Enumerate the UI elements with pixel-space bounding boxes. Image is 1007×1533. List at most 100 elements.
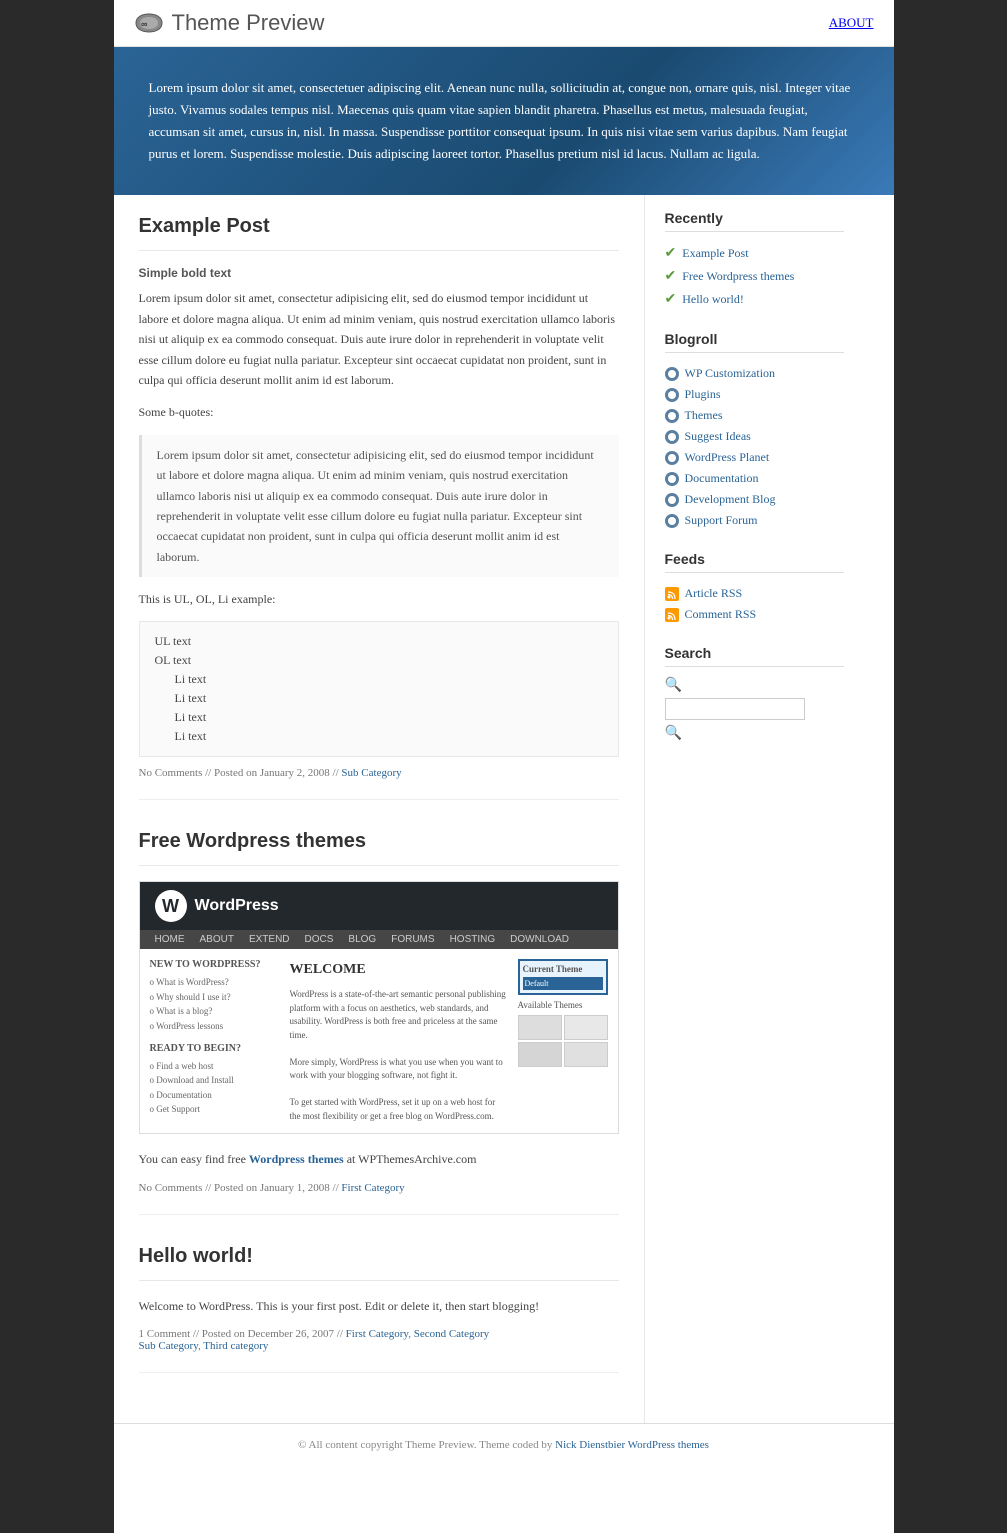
hero-text: Lorem ipsum dolor sit amet, consectetuer… (149, 77, 859, 165)
feed-icon-1 (665, 587, 679, 601)
post-hello: Hello world! Welcome to WordPress. This … (139, 1245, 619, 1373)
logo-icon: ∞ (134, 12, 164, 34)
blogroll-link-3[interactable]: Themes (685, 408, 723, 423)
post-category-1[interactable]: Sub Category (341, 767, 401, 779)
wp-sidebar-item-2: o Why should I use it? (150, 990, 280, 1004)
wp-themes-link[interactable]: Wordpress themes (249, 1152, 344, 1166)
feeds-title: Feeds (665, 551, 844, 573)
post-wordpress: Free Wordpress themes W WordPress HOME A… (139, 830, 619, 1214)
post-comments-1: No Comments (139, 767, 203, 779)
wp-themes-grid (518, 1015, 608, 1067)
widget-feeds: Feeds Article RSS (665, 551, 844, 625)
blogroll-link-4[interactable]: Suggest Ideas (685, 429, 751, 444)
wp-nav-bar: HOME ABOUT EXTEND DOCS BLOG FORUMS HOSTI… (140, 930, 618, 949)
post-comments-3: 1 Comment (139, 1328, 191, 1340)
wp-nav-extend: EXTEND (249, 934, 290, 945)
blogroll-link-2[interactable]: Plugins (685, 387, 721, 402)
post-title-example: Example Post (139, 215, 619, 238)
wp-main-content: WELCOME WordPress is a state-of-the-art … (290, 959, 508, 1123)
blockquote: Lorem ipsum dolor sit amet, consectetur … (139, 435, 619, 577)
blogroll-icon-1 (665, 367, 679, 381)
wp-main-text-1: WordPress is a state-of-the-art semantic… (290, 988, 508, 1042)
feeds-link-2[interactable]: Comment RSS (685, 607, 757, 622)
wp-available-themes: Available Themes (518, 1000, 608, 1010)
blogroll-item-3: Themes (665, 405, 844, 426)
hero-banner: Lorem ipsum dolor sit amet, consectetuer… (114, 47, 894, 195)
feed-icon-2 (665, 608, 679, 622)
post-meta-example: No Comments // Posted on January 2, 2008… (139, 767, 619, 779)
post-category-2[interactable]: First Category (341, 1182, 404, 1194)
post-date-2: Posted on January 1, 2008 (214, 1182, 330, 1194)
wp-themes-after: at WPThemesArchive.com (344, 1152, 477, 1166)
blogroll-link-6[interactable]: Documentation (685, 471, 759, 486)
post-meta-wp: No Comments // Posted on January 1, 2008… (139, 1182, 619, 1194)
blogroll-link-7[interactable]: Development Blog (685, 492, 776, 507)
wp-theme-thumb-4 (564, 1042, 608, 1067)
post-comments-2: No Comments (139, 1182, 203, 1194)
wp-nav-about: ABOUT (200, 934, 234, 945)
footer-text: © All content copyright Theme Preview. T… (298, 1439, 555, 1451)
wp-logo-area: W WordPress (155, 890, 279, 922)
post-cat-third[interactable]: Third category (203, 1340, 268, 1352)
site-logo: ∞ Theme Preview (134, 10, 325, 36)
blogroll-item-7: Development Blog (665, 489, 844, 510)
wp-theme-thumb-1 (518, 1015, 562, 1040)
wp-right-sidebar: Current Theme Default Available Themes (518, 959, 608, 1123)
feeds-link-1[interactable]: Article RSS (685, 586, 743, 601)
post-cat-first[interactable]: First Category (346, 1328, 409, 1340)
wp-themes-before: You can easy find free (139, 1152, 249, 1166)
list-label: This is UL, OL, Li example: (139, 589, 619, 609)
wp-screenshot: W WordPress HOME ABOUT EXTEND DOCS BLOG … (139, 881, 619, 1134)
wp-welcome-title: WELCOME (290, 959, 508, 980)
widget-recently: Recently ✔ Example Post ✔ Free Wordpress… (665, 210, 844, 311)
main-layout: Example Post Simple bold text Lorem ipsu… (114, 195, 894, 1423)
search-submit-button[interactable]: 🔍 (665, 724, 682, 741)
about-link[interactable]: ABOUT (829, 15, 874, 30)
footer-link[interactable]: Nick Dienstbier WordPress themes (555, 1439, 709, 1451)
wp-logo-circle: W (155, 890, 187, 922)
wp-main-text-3: To get started with WordPress, set it up… (290, 1096, 508, 1123)
wp-theme-thumb-2 (564, 1015, 608, 1040)
list-ul: UL text (155, 632, 603, 651)
recently-item-3: ✔ Hello world! (665, 288, 844, 311)
recently-link-2[interactable]: Free Wordpress themes (682, 269, 794, 284)
page-wrapper: ∞ Theme Preview ABOUT Lorem ipsum dolor … (114, 0, 894, 1533)
wp-header: W WordPress (140, 882, 618, 930)
wp-nav-hosting: HOSTING (450, 934, 496, 945)
wp-ready-4: o Get Support (150, 1102, 280, 1116)
blogroll-link-1[interactable]: WP Customization (685, 366, 776, 381)
blogroll-icon-7 (665, 493, 679, 507)
wp-nav-docs: DOCS (305, 934, 334, 945)
search-icon-top: 🔍 (665, 678, 682, 693)
blogroll-item-4: Suggest Ideas (665, 426, 844, 447)
content-area: Example Post Simple bold text Lorem ipsu… (114, 195, 644, 1423)
wp-nav-download: DOWNLOAD (510, 934, 569, 945)
wp-ready-title: READY TO BEGIN? (150, 1043, 280, 1054)
wp-nav-home: HOME (155, 934, 185, 945)
wp-ready-1: o Find a web host (150, 1059, 280, 1073)
wp-body: NEW TO WORDPRESS? o What is WordPress? o… (140, 949, 618, 1133)
blogroll-item-8: Support Forum (665, 510, 844, 531)
widget-search: Search 🔍 🔍 (665, 645, 844, 741)
list-li-2: Li text (155, 689, 603, 708)
post-cat-second[interactable]: Second Category (414, 1328, 489, 1340)
wp-sidebar-item-1: o What is WordPress? (150, 975, 280, 989)
post-body-example: Lorem ipsum dolor sit amet, consectetur … (139, 288, 619, 390)
wp-sidebar-items: o What is WordPress? o Why should I use … (150, 975, 280, 1033)
blogroll-icon-5 (665, 451, 679, 465)
wp-nav-blog: BLOG (348, 934, 376, 945)
post-title-wordpress: Free Wordpress themes (139, 830, 619, 853)
post-example: Example Post Simple bold text Lorem ipsu… (139, 215, 619, 800)
post-divider (139, 250, 619, 251)
blogroll-item-6: Documentation (665, 468, 844, 489)
search-input[interactable] (665, 698, 805, 720)
post-cat-sub[interactable]: Sub Category (139, 1340, 198, 1352)
blogroll-link-5[interactable]: WordPress Planet (685, 450, 770, 465)
blogroll-item-1: WP Customization (665, 363, 844, 384)
blogroll-link-8[interactable]: Support Forum (685, 513, 758, 528)
recently-link-3[interactable]: Hello world! (682, 292, 744, 307)
blogroll-title: Blogroll (665, 331, 844, 353)
recently-link-1[interactable]: Example Post (682, 246, 748, 261)
post-date-3: Posted on December 26, 2007 (202, 1328, 334, 1340)
recently-item-2: ✔ Free Wordpress themes (665, 265, 844, 288)
